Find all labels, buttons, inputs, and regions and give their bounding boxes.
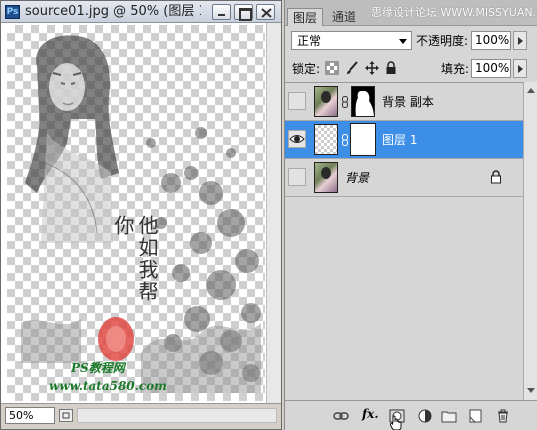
zoom-field[interactable]: 50% bbox=[5, 407, 55, 424]
move-icon[interactable] bbox=[365, 61, 379, 75]
horizontal-scrollbar[interactable] bbox=[77, 408, 277, 423]
layer-thumbnail bbox=[314, 162, 338, 193]
layer-mask-thumbnail[interactable] bbox=[350, 123, 376, 156]
visibility-toggle[interactable] bbox=[288, 130, 306, 148]
panel-tab-bar: 图层 通道 思缘设计论坛 WWW.MISSYUAN.COM bbox=[285, 0, 537, 26]
opacity-field[interactable]: 100% bbox=[471, 31, 511, 50]
brush-icon[interactable] bbox=[345, 61, 359, 75]
layer-style-button[interactable]: fx. bbox=[362, 406, 379, 422]
tab-layers[interactable]: 图层 bbox=[287, 8, 324, 26]
opacity-slider-button[interactable] bbox=[513, 31, 527, 50]
close-icon bbox=[261, 8, 272, 18]
hand-cursor-icon bbox=[390, 415, 402, 430]
lock-transparent-icon[interactable] bbox=[325, 61, 339, 75]
visibility-toggle[interactable] bbox=[288, 168, 306, 186]
layer-row-layer-1[interactable]: 图层 1 bbox=[285, 121, 523, 159]
lock-label: 锁定: bbox=[292, 62, 321, 76]
layer-name: 图层 1 bbox=[382, 133, 418, 147]
eye-icon bbox=[289, 135, 305, 143]
document-title: source01.jpg @ 50% (图层 1 bbox=[25, 4, 201, 19]
layer-row-background-copy[interactable]: 背景 副本 bbox=[285, 83, 523, 121]
opacity-label: 不透明度: bbox=[416, 34, 469, 48]
photoshop-icon: Ps bbox=[5, 5, 20, 19]
trash-icon[interactable] bbox=[495, 409, 511, 423]
layers-scrollbar[interactable] bbox=[523, 82, 537, 400]
blend-mode-select[interactable]: 正常 bbox=[291, 31, 412, 50]
canvas-watermark-title: PS教程网 bbox=[71, 361, 125, 375]
close-button[interactable] bbox=[256, 4, 275, 20]
document-canvas[interactable]: 他如我帮你 PS教程网 www.tata580.com bbox=[1, 23, 281, 403]
layers-panel-footer: fx. bbox=[285, 400, 537, 430]
adjustment-layer-icon[interactable] bbox=[417, 409, 433, 423]
tab-channels[interactable]: 通道 bbox=[327, 8, 361, 26]
new-layer-icon[interactable] bbox=[467, 409, 483, 423]
document-status-bar: 50% bbox=[1, 403, 281, 429]
calligraphy-text: 他如我帮你 bbox=[111, 215, 159, 303]
blend-mode-value: 正常 bbox=[297, 34, 322, 48]
layer-mask-thumbnail[interactable] bbox=[351, 86, 375, 117]
site-watermark: 思缘设计论坛 WWW.MISSYUAN.COM bbox=[371, 6, 537, 19]
folder-icon[interactable] bbox=[441, 409, 457, 423]
fill-slider-button[interactable] bbox=[513, 59, 527, 78]
status-arrow-icon bbox=[62, 412, 70, 419]
visibility-toggle[interactable] bbox=[288, 92, 306, 110]
scroll-up-icon[interactable] bbox=[527, 88, 535, 93]
fill-label: 填充: bbox=[441, 62, 470, 76]
link-layers-icon[interactable] bbox=[333, 409, 349, 423]
layer-name: 背景 副本 bbox=[382, 95, 434, 109]
minimize-button[interactable] bbox=[212, 4, 231, 20]
link-icon[interactable] bbox=[341, 96, 349, 108]
layer-thumbnail bbox=[314, 86, 338, 117]
canvas-image bbox=[21, 35, 261, 393]
link-icon[interactable] bbox=[341, 134, 349, 146]
scroll-down-icon[interactable] bbox=[527, 388, 535, 393]
layers-panel: 图层 通道 思缘设计论坛 WWW.MISSYUAN.COM 正常 不透明度: 1… bbox=[284, 0, 537, 430]
fill-field[interactable]: 100% bbox=[471, 59, 511, 78]
layer-name: 背景 bbox=[345, 171, 370, 185]
vertical-scrollbar[interactable] bbox=[266, 23, 281, 403]
lock-icon[interactable] bbox=[384, 61, 398, 75]
chevron-down-icon bbox=[399, 39, 407, 44]
layer-row-background[interactable]: 背景 bbox=[285, 159, 523, 197]
maximize-button[interactable] bbox=[234, 4, 253, 21]
canvas-watermark-url: www.tata580.com bbox=[49, 379, 167, 393]
document-window: Ps source01.jpg @ 50% (图层 1 他如我帮你 PS教程网 … bbox=[0, 0, 282, 430]
document-title-bar[interactable]: Ps source01.jpg @ 50% (图层 1 bbox=[1, 1, 281, 23]
portrait-figure bbox=[25, 35, 119, 243]
status-menu-button[interactable] bbox=[59, 409, 73, 422]
layers-list: 背景 副本 图层 1 背景 bbox=[285, 82, 523, 400]
mask-silhouette-icon bbox=[355, 91, 374, 116]
lock-icon bbox=[491, 170, 501, 184]
layer-thumbnail bbox=[314, 124, 338, 155]
